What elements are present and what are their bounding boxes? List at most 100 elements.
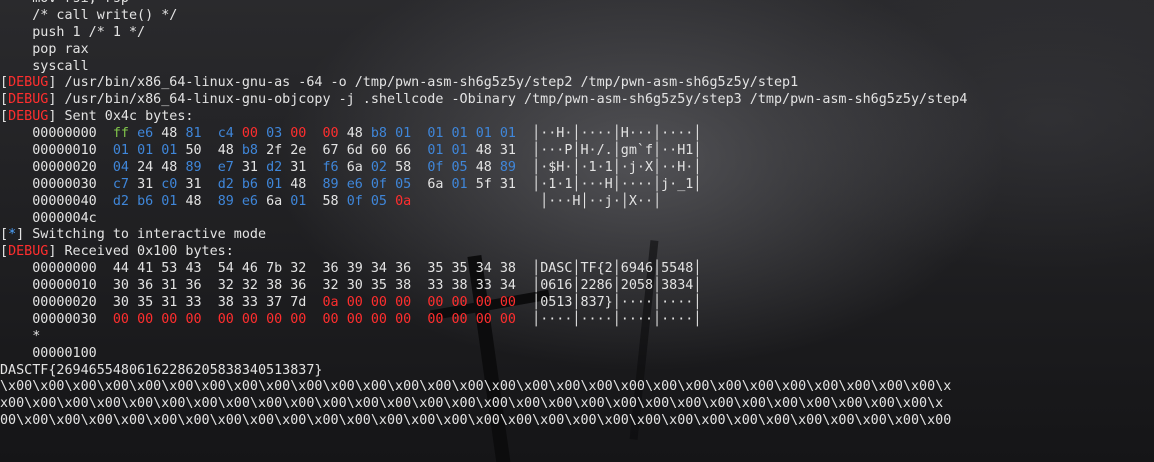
hex-byte: 01 bbox=[112, 143, 129, 159]
hex-byte: 00 bbox=[427, 311, 444, 327]
hex-byte: 31 bbox=[161, 295, 178, 311]
asm-line: push 1 /* 1 */ bbox=[0, 25, 1154, 42]
asm-line: /* call write() */ bbox=[0, 8, 1154, 25]
hex-byte: b6 bbox=[137, 193, 154, 209]
debug-tag: DEBUG bbox=[8, 244, 49, 260]
hexdump-offset: 00000020 bbox=[32, 295, 97, 311]
hex-byte: 6a bbox=[346, 159, 363, 175]
hexdump-bytes: 44 41 53 43 54 46 7b 32 36 39 34 36 35 3… bbox=[113, 261, 516, 278]
hex-byte: 7d bbox=[290, 295, 307, 311]
flag-text: DASCTF{26946554806162286205838340513837} bbox=[0, 362, 323, 378]
hex-byte: e7 bbox=[217, 159, 234, 175]
hex-byte: 36 bbox=[290, 278, 307, 294]
hex-byte: 01 bbox=[137, 143, 154, 159]
hex-byte: 32 bbox=[322, 278, 339, 294]
debug-line-received: [DEBUG] Received 0x100 bytes: bbox=[0, 244, 234, 260]
hex-byte: 00 bbox=[499, 311, 516, 327]
info-line: [*] Switching to interactive mode bbox=[0, 227, 267, 243]
hex-byte: 00 bbox=[395, 295, 412, 311]
hex-byte: 01 bbox=[451, 176, 468, 192]
hex-byte: 35 bbox=[370, 278, 387, 294]
hex-byte: 48 bbox=[346, 126, 363, 142]
hex-byte: f6 bbox=[322, 159, 339, 175]
hex-byte: 01 bbox=[427, 143, 444, 159]
hexdump-offset: 00000040 bbox=[32, 193, 97, 209]
hex-byte: 36 bbox=[395, 261, 412, 277]
hexdump-bytes: 30 35 31 33 38 33 37 7d 0a 00 00 00 00 0… bbox=[113, 295, 516, 312]
null-bytes-line: x00\x00\x00\x00\x00\x00\x00\x00\x00\x00\… bbox=[0, 396, 1154, 413]
hex-byte: 32 bbox=[217, 278, 234, 294]
hex-byte: 35 bbox=[137, 295, 154, 311]
hex-byte: 30 bbox=[112, 278, 129, 294]
hex-byte: 00 bbox=[346, 295, 363, 311]
hexdump-bytes: 01 01 01 50 48 b8 2f 2e 67 6d 60 66 01 0… bbox=[113, 143, 516, 160]
hex-byte: 6d bbox=[346, 143, 363, 159]
hex-byte: 33 bbox=[241, 295, 258, 311]
hex-byte: 2f bbox=[266, 143, 283, 159]
hex-byte: 00 bbox=[427, 295, 444, 311]
hex-byte: b8 bbox=[241, 143, 258, 159]
hex-byte: 01 bbox=[266, 176, 283, 192]
hex-byte: c0 bbox=[161, 176, 178, 192]
asm-text: push 1 /* 1 */ bbox=[0, 24, 146, 40]
hex-byte: 41 bbox=[137, 261, 154, 277]
hex-byte: 00 bbox=[185, 311, 202, 327]
hex-byte: 81 bbox=[185, 126, 202, 142]
hex-byte: 31 bbox=[241, 159, 258, 175]
hexdump-ascii: ·$H·│·1·1│·j·X│··H· bbox=[540, 159, 694, 175]
hex-byte: 01 bbox=[161, 193, 178, 209]
hexdump-offset: 00000010 bbox=[32, 143, 97, 159]
hex-byte: 43 bbox=[185, 261, 202, 277]
hexdump-row: 00000040 d2 b6 01 48 89 e6 6a 01 58 0f 0… bbox=[32, 193, 662, 211]
hex-byte: 35 bbox=[427, 261, 444, 277]
hex-byte: 31 bbox=[161, 278, 178, 294]
hexdump-ascii: 0616│2286│2058│3834 bbox=[540, 278, 694, 294]
debug-line-sent: [DEBUG] Sent 0x4c bytes: bbox=[0, 109, 194, 125]
hex-byte: 00 bbox=[241, 126, 258, 142]
hex-byte: 38 bbox=[451, 278, 468, 294]
hex-byte: 54 bbox=[217, 261, 234, 277]
hexdump-ascii: DASC│TF{2│6946│5548 bbox=[540, 261, 694, 277]
hex-byte: 00 bbox=[451, 311, 468, 327]
asm-line: syscall bbox=[0, 59, 1154, 76]
hexdump-row: 00000000 ff e6 48 81 c4 00 03 00 00 48 b… bbox=[32, 126, 702, 142]
hex-byte: 00 bbox=[370, 311, 387, 327]
hex-byte: 01 bbox=[427, 126, 444, 142]
hex-byte: 48 bbox=[161, 126, 178, 142]
hexdump-offset: 00000010 bbox=[32, 278, 97, 294]
command-text: /usr/bin/x86_64-linux-gnu-objcopy -j .sh… bbox=[64, 92, 968, 108]
hex-byte: 34 bbox=[370, 261, 387, 277]
hex-byte: 5f bbox=[475, 176, 492, 192]
hexdump-ascii: ·1·1│···H│····│j·_1 bbox=[540, 176, 694, 192]
hex-byte: 38 bbox=[499, 261, 516, 277]
hex-byte: 01 bbox=[451, 143, 468, 159]
hex-byte: 34 bbox=[499, 278, 516, 294]
hexdump-end-offset: 0000004c bbox=[32, 210, 97, 226]
hex-byte: 48 bbox=[290, 176, 307, 192]
hex-byte: e6 bbox=[346, 176, 363, 192]
hex-byte: 31 bbox=[499, 143, 516, 159]
hexdump-row: 00000030 00 00 00 00 00 00 00 00 00 00 0… bbox=[32, 311, 702, 327]
hex-byte: 34 bbox=[475, 261, 492, 277]
hex-byte: 00 bbox=[475, 295, 492, 311]
command-text: /usr/bin/x86_64-linux-gnu-as -64 -o /tmp… bbox=[64, 75, 799, 91]
debug-tag: DEBUG bbox=[8, 109, 49, 125]
hex-byte: 33 bbox=[185, 295, 202, 311]
hex-byte: c4 bbox=[217, 126, 234, 142]
hex-byte: 31 bbox=[290, 159, 307, 175]
hex-byte: d2 bbox=[217, 176, 234, 192]
hex-byte: 01 bbox=[290, 193, 307, 209]
debug-line-objcopy: [DEBUG] /usr/bin/x86_64-linux-gnu-objcop… bbox=[0, 92, 968, 108]
hex-byte: 32 bbox=[290, 261, 307, 277]
hex-byte: 36 bbox=[185, 278, 202, 294]
hex-byte: 37 bbox=[266, 295, 283, 311]
hex-byte: 00 bbox=[112, 311, 129, 327]
sent-label: Sent 0x4c bytes: bbox=[64, 109, 194, 125]
hexdump-bytes: d2 b6 01 48 89 e6 6a 01 58 0f 05 0a bbox=[113, 194, 524, 211]
hex-byte: b8 bbox=[370, 126, 387, 142]
hexdump-offset: 00000020 bbox=[32, 159, 97, 175]
hex-byte: 39 bbox=[346, 261, 363, 277]
hex-byte: 48 bbox=[161, 159, 178, 175]
hex-byte: 38 bbox=[217, 295, 234, 311]
hex-byte: d2 bbox=[112, 193, 129, 209]
